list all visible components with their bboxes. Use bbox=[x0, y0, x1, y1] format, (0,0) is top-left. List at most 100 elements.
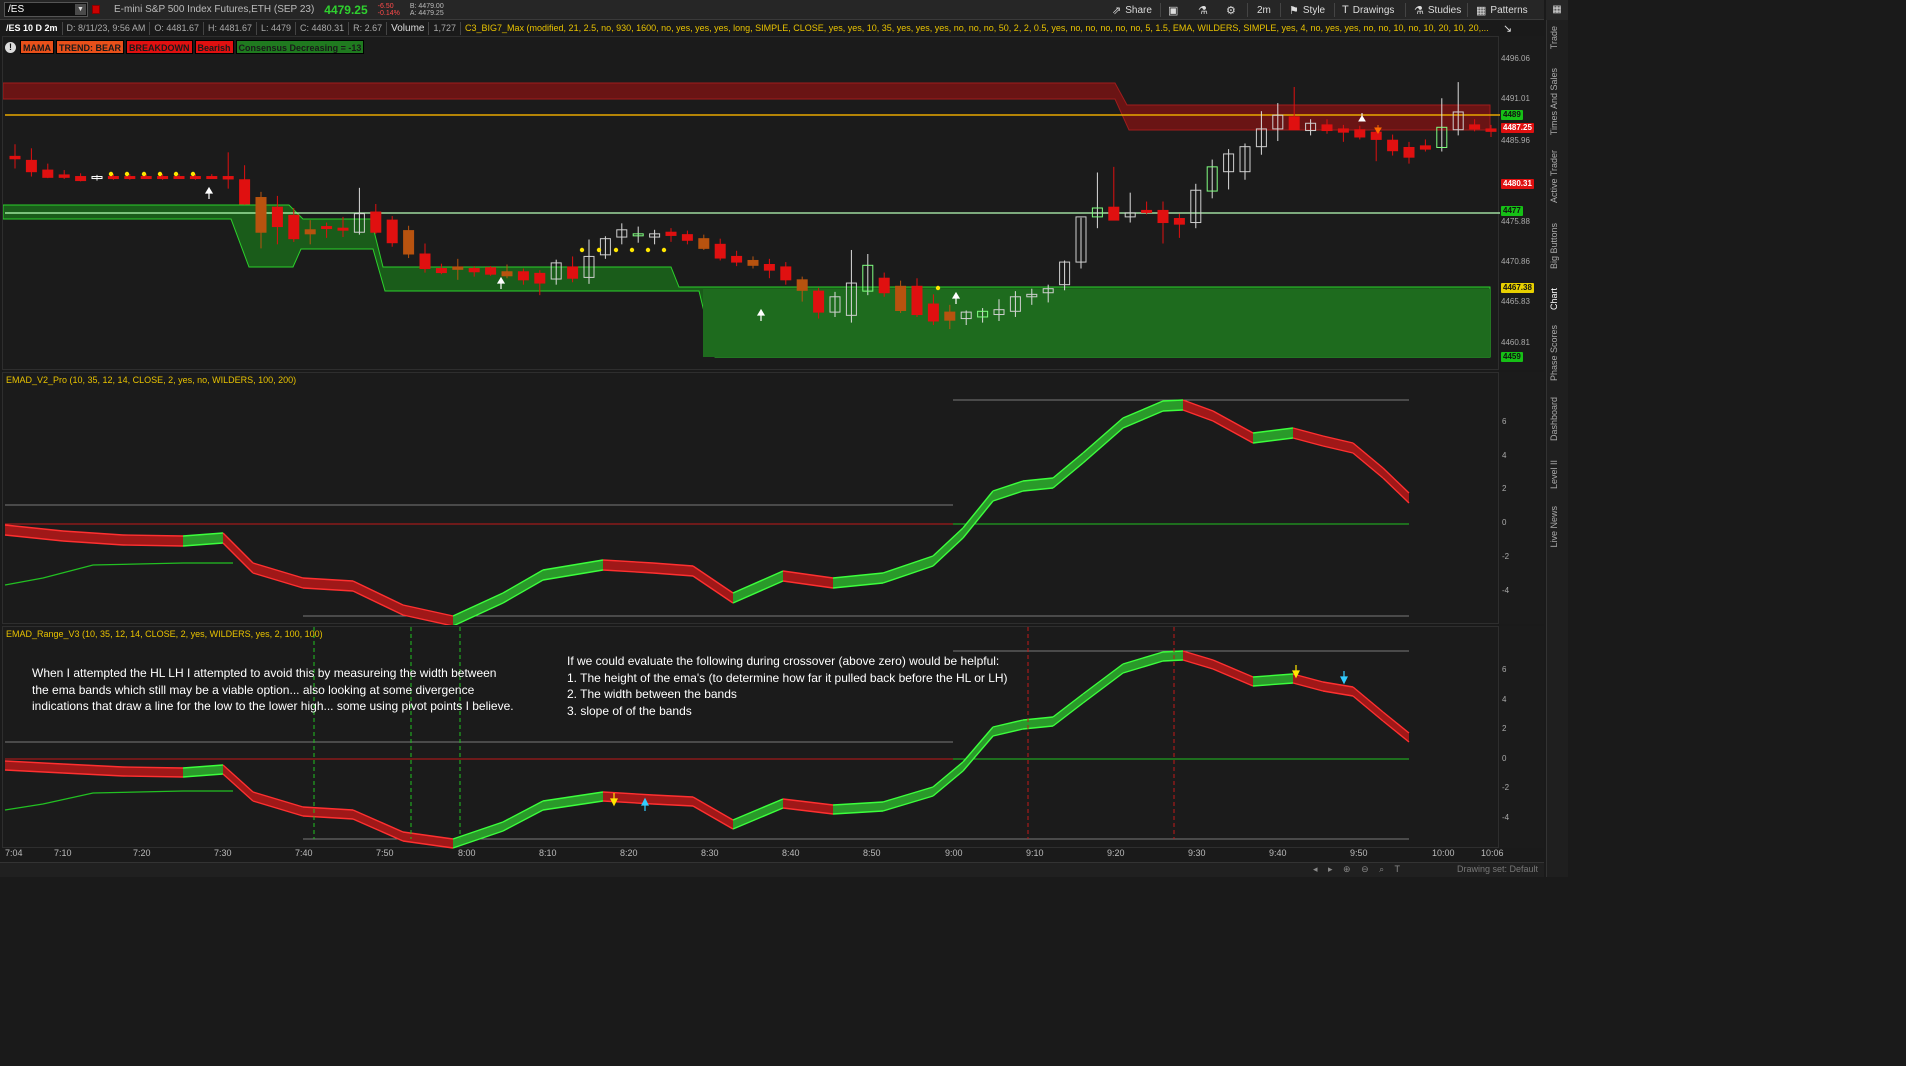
signal-dot bbox=[108, 171, 114, 177]
emad-v2-axis[interactable]: 6 4 2 0 -2 -4 bbox=[1500, 372, 1544, 624]
candle-body bbox=[747, 259, 759, 266]
pin-icon[interactable]: ↘ bbox=[1503, 22, 1512, 35]
ema-band-segment bbox=[993, 481, 1023, 501]
symbol-input[interactable]: /ES ▼ bbox=[4, 2, 88, 17]
price-level-tag: 4489 bbox=[1501, 110, 1523, 120]
side-tab-active-trader[interactable]: Active Trader bbox=[1549, 150, 1559, 203]
osc-tick-label: 2 bbox=[1502, 484, 1507, 493]
camera-icon: ▣ bbox=[1168, 4, 1179, 17]
candle-body bbox=[435, 268, 447, 274]
side-tab-trade[interactable]: Trade bbox=[1549, 26, 1559, 49]
info-icon[interactable]: ! bbox=[5, 41, 16, 53]
candle-body bbox=[665, 231, 677, 236]
osc-tick-label: 4 bbox=[1502, 695, 1507, 704]
candle-body bbox=[304, 229, 316, 235]
timeframe-button[interactable]: 2m bbox=[1257, 0, 1271, 20]
patterns-button[interactable]: ▦ Patterns bbox=[1476, 0, 1528, 20]
link-color-square[interactable] bbox=[92, 5, 100, 14]
price-level-tag: 4487.25 bbox=[1501, 123, 1534, 133]
emad-v2-canvas[interactable] bbox=[3, 373, 1500, 625]
study-label[interactable]: C3_BIG7_Max (modified, 21, 2.5, no, 930,… bbox=[461, 23, 1489, 33]
snapshot-button[interactable]: ▣ bbox=[1168, 0, 1182, 20]
candle-body bbox=[485, 267, 497, 275]
drawing-set-label[interactable]: Drawing set: Default bbox=[1457, 864, 1538, 874]
price-chart-canvas[interactable] bbox=[3, 37, 1500, 371]
candle-body bbox=[189, 176, 201, 180]
bar-close: C: 4480.31 bbox=[296, 21, 350, 35]
candle-body bbox=[1173, 217, 1185, 225]
ema-band-segment bbox=[1323, 436, 1353, 453]
annotation-note-right: If we could evaluate the following durin… bbox=[567, 654, 1008, 718]
settings-button[interactable]: ⚙ bbox=[1226, 0, 1240, 20]
candle-body bbox=[1288, 116, 1300, 131]
time-axis[interactable]: 7:04 7:10 7:20 7:30 7:40 7:50 8:00 8:10 8:20 8:30… bbox=[2, 848, 1504, 860]
signal-badge[interactable]: TREND: BEAR bbox=[56, 40, 124, 54]
side-tab-phase-scores[interactable]: Phase Scores bbox=[1549, 325, 1559, 381]
top-toolbar: /ES ▼ E-mini S&P 500 Index Futures,ETH (… bbox=[0, 0, 1544, 20]
ema-band-segment bbox=[1053, 453, 1083, 488]
side-tab-level-ii[interactable]: Level II bbox=[1549, 460, 1559, 489]
time-tick-label: 7:30 bbox=[214, 848, 232, 858]
candle-body bbox=[124, 176, 136, 180]
price-chart-panel[interactable] bbox=[2, 36, 1500, 371]
expand-icon[interactable]: ▦ bbox=[1546, 0, 1568, 20]
ema-band-segment bbox=[1183, 651, 1213, 669]
volume-label[interactable]: Volume bbox=[387, 21, 430, 35]
chart-symbol[interactable]: /ES 10 D 2m bbox=[2, 21, 63, 35]
ema-band-segment bbox=[933, 528, 963, 566]
studies-button[interactable]: ⚗ Studies bbox=[1414, 0, 1461, 20]
signal-badge[interactable]: MAMA bbox=[20, 40, 54, 54]
signal-badges: ! MAMA TREND: BEAR BREAKDOWN Bearish Consens… bbox=[5, 39, 366, 55]
signal-dot bbox=[645, 247, 651, 253]
osc-tick-label: 0 bbox=[1502, 518, 1507, 527]
ema-line-slow bbox=[1082, 427, 1124, 464]
ema-band-segment bbox=[453, 593, 503, 625]
drawings-button[interactable]: T Drawings bbox=[1342, 0, 1394, 20]
emad-v2-panel[interactable]: EMAD_V2_Pro (10, 35, 12, 14, CLOSE, 2, y… bbox=[2, 372, 1500, 625]
candle-body bbox=[796, 279, 808, 291]
price-axis[interactable]: 4496.06 4491.01 4485.96 4475.88 4470.86 4465.… bbox=[1500, 36, 1544, 370]
side-tab-chart[interactable]: Chart bbox=[1549, 288, 1559, 310]
signal-badge[interactable]: Consensus Decreasing = -13 bbox=[235, 40, 365, 54]
emad-v2-label[interactable]: EMAD_V2_Pro (10, 35, 12, 14, CLOSE, 2, y… bbox=[6, 375, 296, 385]
emad-range-axis[interactable]: 6 4 2 0 -2 -4 bbox=[1500, 626, 1544, 848]
net-change: -6.50 -0.14% bbox=[378, 3, 400, 17]
candle-body bbox=[878, 277, 890, 294]
flask-button[interactable]: ⚗ bbox=[1198, 0, 1212, 20]
emad-range-panel[interactable]: EMAD_Range_V3 (10, 35, 12, 14, CLOSE, 2,… bbox=[2, 626, 1499, 849]
signal-dot bbox=[190, 171, 196, 177]
candle-body bbox=[763, 263, 775, 271]
side-tab-live-news[interactable]: Live News bbox=[1549, 506, 1559, 548]
ema-line-fast bbox=[1162, 399, 1184, 402]
style-button[interactable]: ⚑ Style bbox=[1289, 0, 1325, 20]
time-tick-label: 7:20 bbox=[133, 848, 151, 858]
annotation-note-left: When I attempted the HL LH I attempted t… bbox=[32, 666, 514, 713]
candle-body bbox=[9, 155, 21, 160]
price-tick-label: 4465.83 bbox=[1501, 297, 1530, 306]
time-tick-label: 10:06 bbox=[1481, 848, 1504, 858]
signal-line bbox=[4, 562, 233, 586]
ema-band-segment bbox=[1353, 687, 1383, 721]
signal-badge[interactable]: Bearish bbox=[194, 40, 234, 54]
time-tick-label: 8:50 bbox=[863, 848, 881, 858]
side-tab-times-and-sales[interactable]: Times And Sales bbox=[1549, 68, 1559, 135]
signal-badge[interactable]: BREAKDOWN bbox=[126, 40, 193, 54]
signal-dot bbox=[629, 247, 635, 253]
bar-range: R: 2.67 bbox=[349, 21, 388, 35]
chevron-down-icon[interactable]: ▼ bbox=[75, 4, 86, 15]
ema-band-segment bbox=[223, 533, 253, 573]
time-tick-label: 7:50 bbox=[376, 848, 394, 858]
ema-band-segment bbox=[1293, 674, 1323, 691]
zoom-controls[interactable]: ◂ ▸ ⊕ ⊖ ⌕ T bbox=[1313, 864, 1404, 875]
ema-band-segment bbox=[963, 727, 993, 771]
side-tab-dashboard[interactable]: Dashboard bbox=[1549, 397, 1559, 441]
ema-line-fast bbox=[1082, 417, 1124, 454]
candle-body bbox=[780, 266, 792, 281]
ema-band-segment bbox=[693, 797, 733, 829]
emad-range-label[interactable]: EMAD_Range_V3 (10, 35, 12, 14, CLOSE, 2,… bbox=[6, 629, 323, 639]
ema-band-segment bbox=[1083, 664, 1123, 703]
side-tab-big-buttons[interactable]: Big Buttons bbox=[1549, 223, 1559, 269]
ema-band-segment bbox=[1053, 694, 1083, 726]
share-button[interactable]: ⇗ Share bbox=[1112, 0, 1152, 20]
price-tick-label: 4485.96 bbox=[1501, 136, 1530, 145]
